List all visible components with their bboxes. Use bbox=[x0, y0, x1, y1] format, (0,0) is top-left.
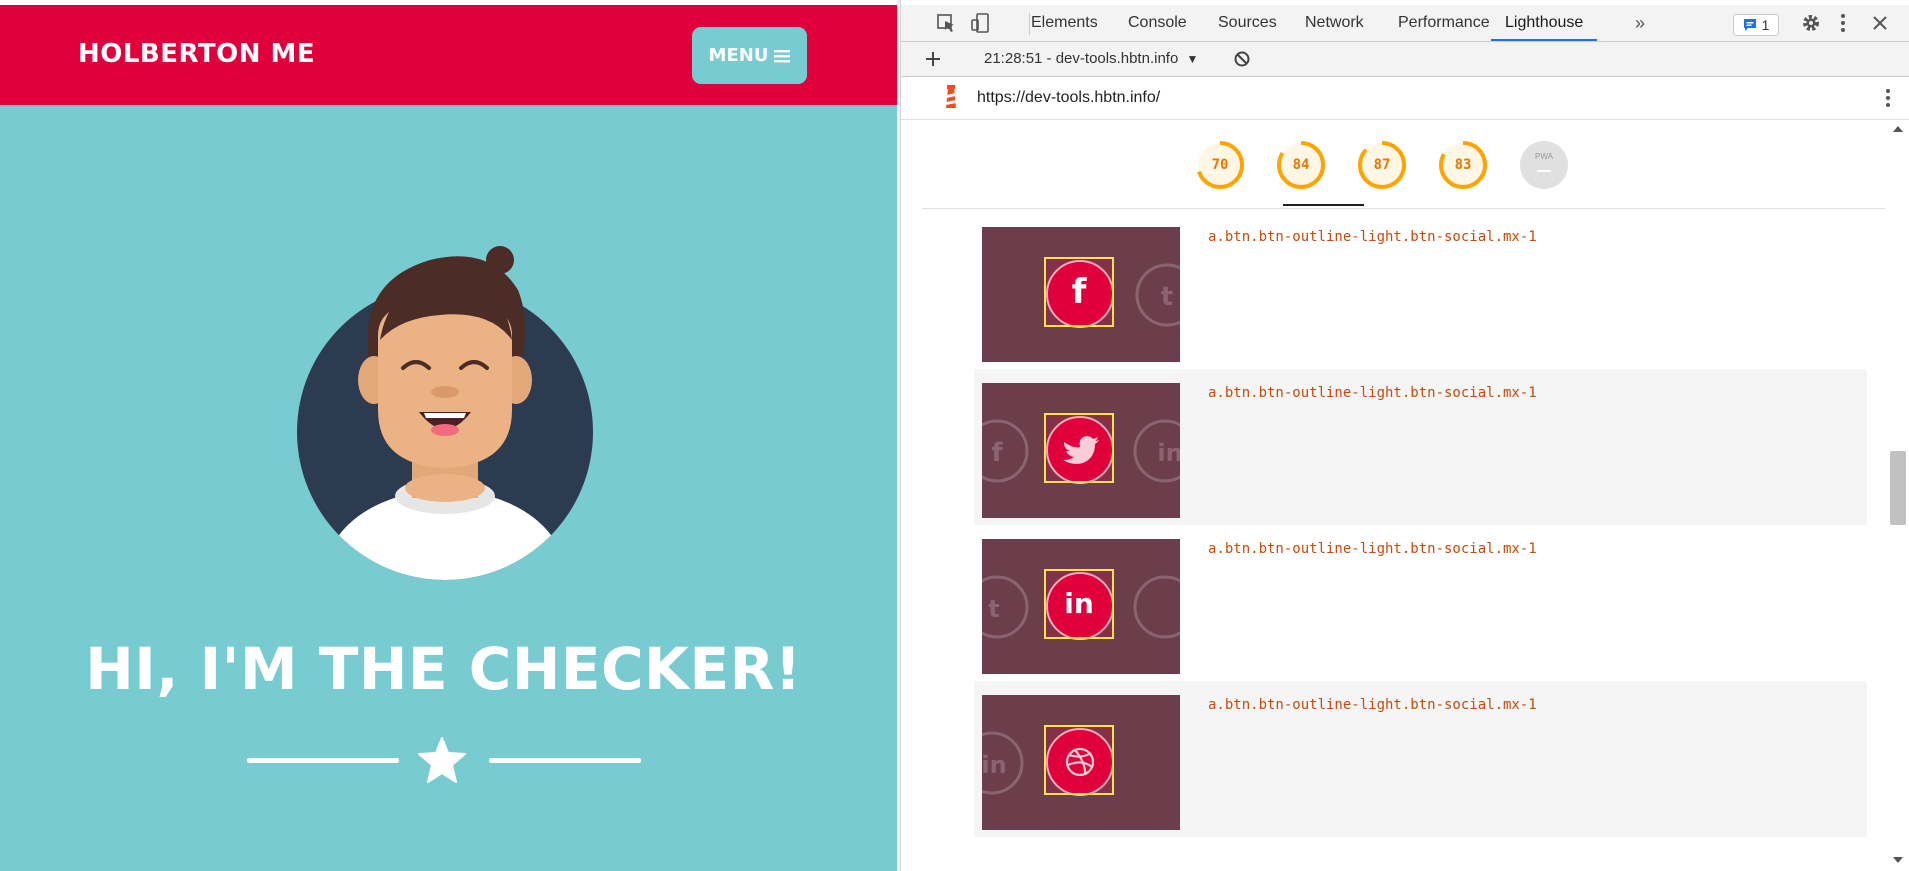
facebook-icon: f bbox=[1071, 272, 1087, 312]
tab-elements[interactable]: Elements bbox=[1031, 5, 1098, 41]
issues-badge[interactable]: 1 bbox=[1733, 14, 1779, 36]
element-screenshot: t f bbox=[982, 227, 1180, 362]
hero-headline: HI, I'M THE CHECKER! bbox=[85, 635, 802, 703]
new-report-plus-icon[interactable] bbox=[921, 47, 945, 71]
devtools-toolbar: Elements Console Sources Network Perform… bbox=[901, 5, 1909, 42]
list-item[interactable]: t in a.btn.btn-outline-light.btn-social.… bbox=[974, 525, 1867, 681]
element-selector: a.btn.btn-outline-light.btn-social.mx-1 bbox=[1208, 229, 1537, 245]
linkedin-icon: in bbox=[1064, 587, 1094, 620]
star-icon bbox=[418, 737, 466, 783]
chat-issue-icon bbox=[1743, 19, 1756, 31]
devtools-scrollbar-thumb[interactable] bbox=[1890, 451, 1906, 525]
devtools-scroll-down-icon[interactable] bbox=[1893, 857, 1903, 863]
gauge-performance-value: 70 bbox=[1211, 157, 1229, 173]
lighthouse-url-bar: https://dev-tools.hbtn.info/ bbox=[901, 77, 1909, 120]
report-selector[interactable]: 21:28:51 - dev-tools.hbtn.info ▼ bbox=[984, 50, 1198, 67]
inspect-element-icon[interactable] bbox=[934, 11, 958, 35]
kebab-menu-icon[interactable] bbox=[1831, 11, 1855, 35]
settings-gear-icon[interactable] bbox=[1799, 11, 1823, 35]
pwa-label: PWA bbox=[1535, 152, 1553, 161]
svg-text:f: f bbox=[991, 438, 1003, 468]
clear-all-icon[interactable] bbox=[1230, 47, 1254, 71]
highlight-box bbox=[1044, 413, 1114, 483]
svg-text:t: t bbox=[1161, 282, 1173, 312]
tab-performance[interactable]: Performance bbox=[1398, 5, 1490, 41]
svg-text:in: in bbox=[982, 751, 1007, 779]
website-viewport: HOLBERTON ME MENU HI, I'M THE CHECKER! bbox=[0, 0, 897, 871]
report-selector-label: 21:28:51 - dev-tools.hbtn.info bbox=[984, 50, 1179, 67]
active-score-underline bbox=[1283, 204, 1364, 206]
gauge-performance[interactable]: 70 bbox=[1195, 140, 1245, 190]
hamburger-icon bbox=[774, 49, 791, 62]
list-item[interactable]: f in a.btn.btn-outline-light.btn-social.… bbox=[974, 369, 1867, 525]
gauge-best-practices[interactable]: 87 bbox=[1357, 140, 1407, 190]
svg-text:t: t bbox=[988, 595, 999, 623]
close-devtools-icon[interactable] bbox=[1868, 11, 1892, 35]
score-gauges: 70 84 87 83 PWA bbox=[922, 120, 1885, 209]
element-selector: a.btn.btn-outline-light.btn-social.mx-1 bbox=[1208, 385, 1537, 401]
dropdown-caret-icon: ▼ bbox=[1186, 52, 1199, 66]
gauge-accessibility-value: 84 bbox=[1292, 157, 1310, 173]
report-more-icon[interactable] bbox=[1876, 86, 1900, 110]
element-screenshot: f in bbox=[982, 383, 1180, 518]
devtools-scrollbar[interactable] bbox=[1885, 120, 1909, 871]
tab-sources[interactable]: Sources bbox=[1218, 5, 1277, 41]
element-selector: a.btn.btn-outline-light.btn-social.mx-1 bbox=[1208, 697, 1537, 713]
highlight-box bbox=[1044, 725, 1114, 795]
tab-lighthouse[interactable]: Lighthouse bbox=[1491, 5, 1598, 41]
avatar-illustration bbox=[297, 246, 593, 580]
menu-button[interactable]: MENU bbox=[692, 27, 807, 84]
divider-line-left bbox=[247, 758, 399, 763]
list-item[interactable]: t f a.btn.btn-outline-light.btn-social.m… bbox=[974, 213, 1867, 369]
list-item[interactable]: in a.btn.btn-outline-light.btn-social.mx… bbox=[974, 681, 1867, 837]
device-toolbar-icon[interactable] bbox=[968, 11, 992, 35]
gauge-seo-value: 83 bbox=[1454, 157, 1472, 173]
gauge-accessibility[interactable]: 84 bbox=[1276, 140, 1326, 190]
tab-console[interactable]: Console bbox=[1128, 5, 1187, 41]
audit-details: t f a.btn.btn-outline-light.btn-social.m… bbox=[922, 209, 1885, 871]
tab-network[interactable]: Network bbox=[1305, 5, 1364, 41]
lighthouse-toolbar: 21:28:51 - dev-tools.hbtn.info ▼ bbox=[901, 42, 1909, 77]
svg-text:in: in bbox=[1157, 439, 1180, 467]
devtools-panel: Elements Console Sources Network Perform… bbox=[900, 0, 1909, 871]
issues-count: 1 bbox=[1761, 17, 1770, 33]
gauge-best-practices-value: 87 bbox=[1373, 157, 1391, 173]
element-screenshot: in bbox=[982, 695, 1180, 830]
audited-url[interactable]: https://dev-tools.hbtn.info/ bbox=[977, 89, 1160, 107]
more-tabs-icon[interactable]: » bbox=[1628, 11, 1652, 35]
lighthouse-logo-icon bbox=[939, 85, 963, 109]
menu-label: MENU bbox=[708, 45, 769, 66]
divider-line-right bbox=[489, 758, 641, 763]
brand-link[interactable]: HOLBERTON ME bbox=[78, 39, 315, 69]
devtools-scroll-up-icon[interactable] bbox=[1893, 126, 1903, 132]
element-screenshot: t in bbox=[982, 539, 1180, 674]
navbar: HOLBERTON ME MENU bbox=[0, 5, 897, 105]
element-selector: a.btn.btn-outline-light.btn-social.mx-1 bbox=[1208, 541, 1537, 557]
gauge-pwa[interactable]: PWA bbox=[1519, 140, 1569, 190]
gauge-seo[interactable]: 83 bbox=[1438, 140, 1488, 190]
